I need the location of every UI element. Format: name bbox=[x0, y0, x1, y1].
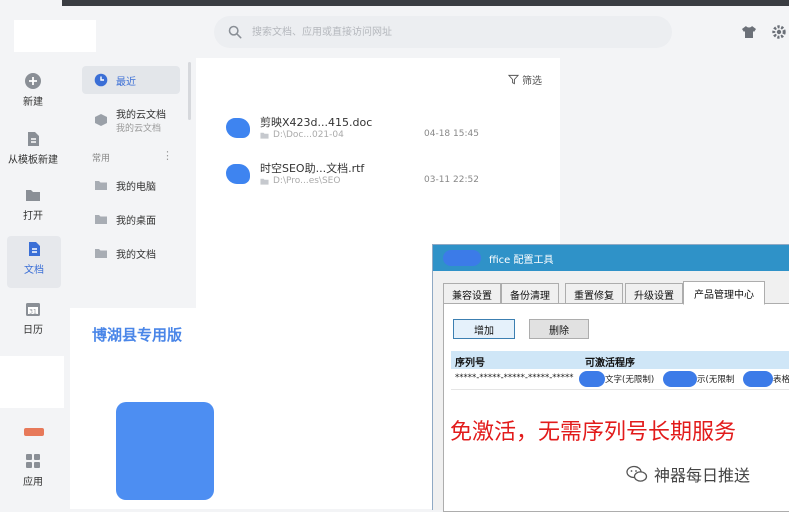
folder-icon bbox=[26, 190, 40, 201]
skin-shirt-icon[interactable] bbox=[741, 24, 757, 40]
settings-gear-icon[interactable] bbox=[771, 24, 787, 40]
app-logo-icon bbox=[116, 402, 214, 500]
nav-cloud-sub: 我的云文档 bbox=[116, 124, 162, 134]
white-patch bbox=[396, 420, 432, 460]
rail-calendar[interactable]: 31 日历 bbox=[0, 296, 66, 348]
file-date: 04-18 15:45 bbox=[424, 129, 479, 139]
dialog-app-icon bbox=[443, 250, 481, 266]
more-dots-icon[interactable]: ⋮ bbox=[162, 149, 173, 162]
left-white-block bbox=[0, 356, 64, 408]
file-path-text: D:\Pro...es\SEO bbox=[273, 176, 341, 186]
file-path: D:\Doc...021-04 bbox=[260, 130, 344, 140]
redacted-blob bbox=[743, 371, 773, 387]
file-name: 剪映X423d...415.doc bbox=[260, 116, 373, 129]
clock-icon bbox=[94, 73, 108, 87]
rail-apps-label: 应用 bbox=[23, 477, 43, 488]
add-button[interactable]: 增加 bbox=[453, 319, 515, 339]
nav-my-computer-label: 我的电脑 bbox=[116, 181, 156, 193]
table-row[interactable]: *****-*****-*****-*****-***** 文字(无限制) 示(… bbox=[451, 369, 789, 390]
rail-calendar-label: 日历 bbox=[23, 325, 43, 336]
search-box[interactable] bbox=[214, 16, 672, 48]
calendar-icon: 31 bbox=[26, 303, 40, 316]
dialog-title-bar: ffice 配置工具 bbox=[433, 245, 789, 271]
dialog-title: ffice 配置工具 bbox=[489, 254, 554, 266]
document-icon bbox=[29, 242, 40, 256]
rail-new[interactable]: 新建 bbox=[0, 68, 66, 120]
rail-open-label: 打开 bbox=[23, 211, 43, 222]
file-row[interactable]: 剪映X423d...415.doc D:\Doc...021-04 04-18 … bbox=[226, 114, 556, 148]
nav-recent-label: 最近 bbox=[116, 76, 136, 88]
tab-upgrade[interactable]: 升级设置 bbox=[625, 283, 683, 305]
apps-grid-icon bbox=[26, 454, 40, 468]
plus-circle-icon bbox=[25, 73, 41, 89]
window-top-bar bbox=[62, 0, 789, 6]
delete-button[interactable]: 删除 bbox=[529, 319, 589, 339]
tab-reset[interactable]: 重置修复 bbox=[565, 283, 623, 305]
folder-small-icon bbox=[260, 132, 269, 139]
rail-from-template[interactable]: 从模板新建 bbox=[0, 126, 66, 178]
nav-my-desktop[interactable]: 我的桌面 bbox=[82, 205, 180, 233]
program-cell: 表格 bbox=[773, 375, 789, 385]
file-path-text: D:\Doc...021-04 bbox=[273, 130, 344, 140]
rail-documents-label: 文档 bbox=[24, 265, 44, 276]
search-icon bbox=[228, 25, 242, 39]
serial-cell: *****-*****-*****-*****-***** bbox=[455, 373, 574, 383]
search-input[interactable] bbox=[250, 25, 654, 39]
template-icon bbox=[28, 132, 39, 146]
program-cell: 示(无限制 bbox=[697, 375, 735, 385]
rail-open[interactable]: 打开 bbox=[0, 182, 66, 234]
wechat-label: 神器每日推送 bbox=[654, 466, 751, 485]
documents-folder-icon bbox=[95, 249, 107, 258]
nav-my-computer[interactable]: 我的电脑 bbox=[82, 171, 180, 199]
tab-product-center[interactable]: 产品管理中心 bbox=[683, 281, 765, 305]
nav-cloud-docs[interactable]: 我的云文档 我的云文档 bbox=[82, 104, 180, 136]
wechat-icon bbox=[626, 465, 648, 482]
tab-compat[interactable]: 兼容设置 bbox=[443, 283, 501, 305]
rail-documents[interactable]: 文档 bbox=[7, 236, 61, 288]
redacted-blob bbox=[663, 371, 697, 387]
program-cell: 文字(无限制) bbox=[605, 375, 655, 385]
wechat-watermark: 神器每日推送 bbox=[626, 462, 750, 486]
version-label: 博湖县专用版 bbox=[92, 326, 183, 344]
nav-my-desktop-label: 我的桌面 bbox=[116, 215, 156, 227]
nav-my-documents[interactable]: 我的文档 bbox=[82, 239, 180, 267]
filter-button[interactable]: 筛选 bbox=[508, 72, 542, 87]
filter-funnel-icon bbox=[508, 74, 519, 85]
cloud-cube-icon bbox=[95, 114, 107, 126]
col-programs: 可激活程序 bbox=[585, 358, 635, 369]
table-header: 序列号 可激活程序 bbox=[451, 351, 789, 369]
rail-apps[interactable]: 应用 bbox=[0, 448, 66, 500]
svg-text:31: 31 bbox=[29, 309, 37, 316]
file-date: 03-11 22:52 bbox=[424, 175, 479, 185]
file-name: 时空SEO助...文档.rtf bbox=[260, 162, 365, 175]
filter-label: 筛选 bbox=[522, 76, 542, 87]
doc-file-icon bbox=[226, 118, 250, 138]
nav-cloud-label: 我的云文档 bbox=[116, 110, 166, 121]
redacted-blob bbox=[579, 371, 605, 387]
rail-new-label: 新建 bbox=[23, 97, 43, 108]
doc-file-icon bbox=[226, 164, 250, 184]
folder-small-icon bbox=[260, 178, 269, 185]
tab-backup[interactable]: 备份清理 bbox=[501, 283, 559, 305]
app-logo-area bbox=[14, 20, 96, 52]
rail-from-template-label: 从模板新建 bbox=[8, 155, 58, 166]
col-serial: 序列号 bbox=[455, 358, 485, 369]
file-path: D:\Pro...es\SEO bbox=[260, 176, 340, 186]
promo-icon bbox=[24, 428, 44, 436]
nav-section-common: 常用 bbox=[92, 154, 111, 164]
file-row[interactable]: 时空SEO助...文档.rtf D:\Pro...es\SEO 03-11 22… bbox=[226, 160, 556, 194]
computer-folder-icon bbox=[95, 181, 107, 190]
nav-recent[interactable]: 最近 bbox=[82, 66, 180, 94]
nav-scrollbar[interactable] bbox=[188, 62, 191, 120]
nav-my-documents-label: 我的文档 bbox=[116, 249, 156, 261]
promo-banner-text: 免激活，无需序列号长期服务 bbox=[450, 420, 737, 445]
desktop-folder-icon bbox=[95, 215, 107, 224]
